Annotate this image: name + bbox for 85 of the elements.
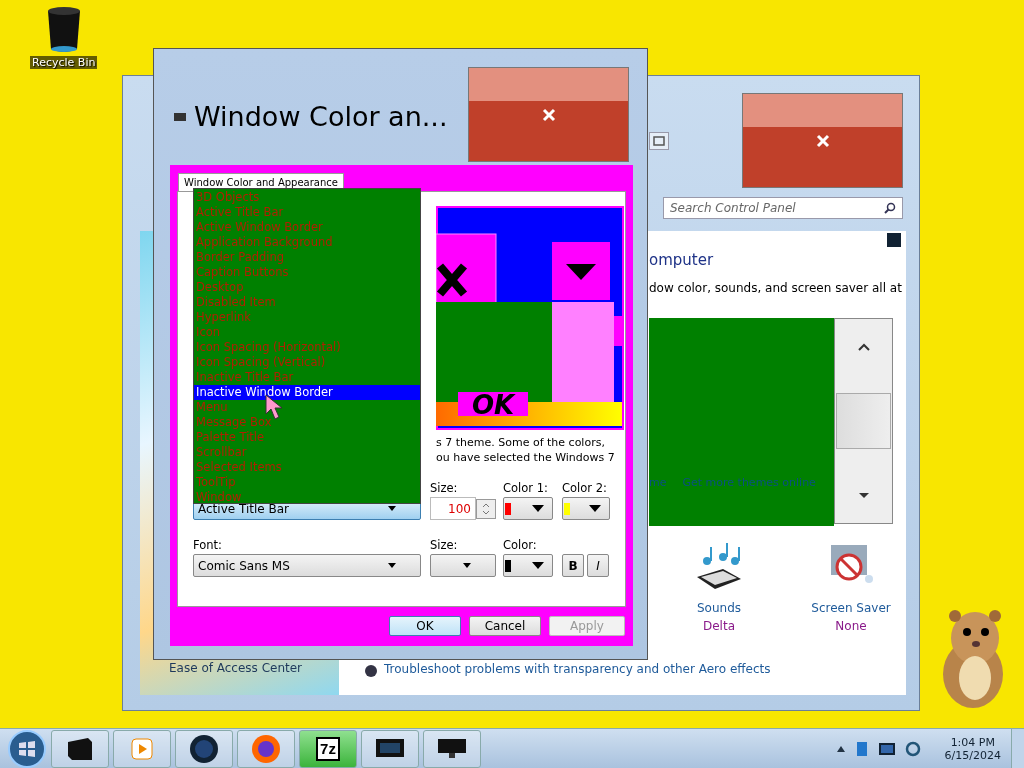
desktop-icon-label[interactable]: Recycle Bin (30, 56, 98, 69)
search-field[interactable]: Search Control Panel (663, 197, 903, 219)
firefox-icon (251, 733, 281, 764)
troubleshoot-link[interactable]: Troubleshoot problems with transparency and other Aero effects (384, 662, 771, 676)
list-item[interactable]: Application Background (194, 235, 420, 250)
taskbar-button[interactable] (361, 729, 419, 768)
list-item[interactable]: Scrollbar (194, 445, 420, 460)
monitor-icon (437, 736, 467, 761)
list-item[interactable]: Message Box (194, 415, 420, 430)
list-item[interactable]: Active Title Bar (194, 205, 420, 220)
list-item[interactable]: Hyperlink (194, 310, 420, 325)
item-link[interactable]: Sounds (696, 601, 741, 615)
color-picker[interactable] (503, 554, 553, 577)
close-icon (814, 132, 831, 149)
restore-icon (653, 136, 665, 146)
page-heading: omputer (649, 251, 714, 269)
clock-date[interactable]: 6/15/2024 (944, 748, 1001, 762)
taskbar-button[interactable]: 7z (299, 729, 357, 768)
item-link[interactable]: Screen Saver (811, 601, 891, 615)
list-item[interactable]: Border Padding (194, 250, 420, 265)
preview-button-label: OK (472, 390, 515, 420)
monitor-icon[interactable] (878, 742, 895, 755)
list-item[interactable]: Icon Spacing (Horizontal) (194, 340, 420, 355)
list-item[interactable]: Desktop (194, 280, 420, 295)
caret-icon (388, 506, 396, 511)
start-orb-icon[interactable] (7, 728, 47, 768)
scroll-down-icon[interactable] (857, 491, 870, 499)
taskbar-button[interactable] (175, 729, 233, 768)
sidebar-link[interactable]: Ease of Access Center (169, 661, 303, 675)
box-icon (66, 735, 94, 762)
color-picker[interactable] (562, 497, 610, 520)
item-value[interactable]: None (835, 619, 867, 633)
list-item[interactable]: Caption Buttons (194, 265, 420, 280)
field-label: Font: (193, 538, 223, 552)
list-item[interactable]: 3D Objects (194, 190, 420, 205)
theme-link[interactable]: me (649, 476, 667, 489)
caret-icon (589, 505, 601, 512)
taskbar-button[interactable] (51, 729, 109, 768)
window-icon (174, 112, 186, 121)
list-item[interactable]: ToolTip (194, 475, 420, 490)
description-text: dow color, sounds, and screen saver all at (649, 281, 902, 295)
list-item[interactable]: Menu (194, 400, 420, 415)
dialog-button[interactable]: Cancel (469, 616, 541, 636)
scroll-up-icon[interactable] (857, 343, 870, 351)
list-item[interactable]: Palette Title (194, 430, 420, 445)
style-button[interactable]: I (587, 554, 609, 577)
theme-link[interactable]: Get more themes online (682, 476, 816, 489)
list-item[interactable]: Icon (194, 325, 420, 340)
field-label: Color 2: (562, 481, 608, 495)
font-size-dropdown[interactable] (430, 554, 496, 577)
font-dropdown[interactable]: Comic Sans MS (193, 554, 421, 577)
item-value[interactable]: Delta (703, 619, 735, 633)
field-label: Size: (430, 481, 459, 495)
search-icon (884, 202, 896, 214)
caret-icon (388, 563, 396, 568)
scroll-thumb[interactable] (836, 393, 891, 449)
caret-icon[interactable] (836, 745, 845, 752)
field-label: Color 1: (503, 481, 549, 495)
caret-icon (532, 505, 544, 512)
style-button[interactable]: B (562, 554, 584, 577)
app-icon: 7z (316, 736, 340, 761)
close-icon (540, 106, 557, 123)
play-icon (131, 737, 153, 760)
globe-icon (189, 733, 219, 764)
size-field[interactable]: 100 (430, 497, 476, 520)
info-text: s 7 theme. Some of the colors, (436, 435, 605, 450)
clock-time[interactable]: 1:04 PM (950, 735, 995, 749)
taskbar-button[interactable] (423, 729, 481, 768)
tab[interactable]: Window Color and Appearance (178, 173, 344, 191)
color-picker[interactable] (503, 497, 553, 520)
info-text: ou have selected the Windows 7 (436, 450, 615, 465)
list-item[interactable]: Inactive Title Bar (194, 370, 420, 385)
caret-icon (463, 563, 471, 568)
field-label: Color: (503, 538, 538, 552)
window-title: Window Color an... (194, 101, 448, 132)
spinner-icon[interactable] (476, 498, 496, 519)
list-item[interactable]: Active Window Border (194, 220, 420, 235)
restore-button[interactable] (649, 132, 669, 150)
field-label: Size: (430, 538, 459, 552)
list-item[interactable]: Inactive Window Border (194, 385, 420, 400)
dialog-button[interactable]: OK (389, 616, 461, 636)
list-item[interactable]: Icon Spacing (Vertical) (194, 355, 420, 370)
caret-icon (532, 562, 544, 569)
list-item[interactable]: Disabled Item (194, 295, 420, 310)
list-item[interactable]: Selected Items (194, 460, 420, 475)
